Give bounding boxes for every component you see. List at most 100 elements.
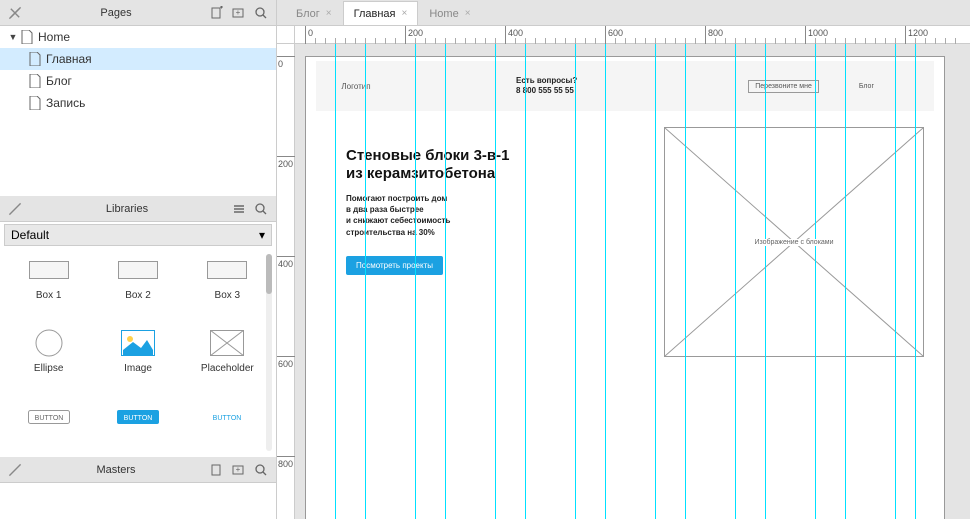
guide-line[interactable]	[915, 44, 916, 519]
add-master-icon[interactable]	[208, 461, 226, 479]
lib-item-box3[interactable]: Box 3	[185, 254, 270, 319]
pages-panel-header: Pages +	[0, 0, 276, 26]
hero-title: Стеновые блоки 3-в-1из керамзитобетона	[346, 147, 576, 183]
callback-button[interactable]: Перезвоните мне	[748, 80, 819, 93]
lib-item-box2[interactable]: Box 2	[95, 254, 180, 319]
collapse-icon[interactable]	[6, 461, 24, 479]
libraries-panel-header: Libraries	[0, 196, 276, 222]
lib-item-image[interactable]: Image	[95, 327, 180, 392]
tree-item[interactable]: Запись	[0, 92, 276, 114]
caret-icon[interactable]: ▼	[6, 32, 20, 42]
hero-cta-button[interactable]: Посмотреть проекты	[346, 256, 443, 275]
guide-line[interactable]	[895, 44, 896, 519]
libraries-body: Default ▾ Box 1 Box 2 Box 3 Ellipse Imag…	[0, 222, 276, 457]
ruler-tick: 200	[405, 26, 406, 44]
ruler-corner	[277, 26, 295, 44]
nav-link-blog[interactable]: Блог	[859, 83, 874, 90]
tree-root-label: Home	[38, 30, 70, 44]
tree-item-label: Главная	[46, 52, 92, 66]
add-folder-icon[interactable]: +	[230, 4, 248, 22]
ruler-tick: 400	[505, 26, 506, 44]
artboard[interactable]: Логотип Есть вопросы? 8 800 555 55 55 Пе…	[305, 56, 945, 519]
ruler-tick: 0	[305, 26, 306, 44]
close-icon[interactable]: ×	[402, 8, 408, 19]
guide-line[interactable]	[495, 44, 496, 519]
lib-item-ellipse[interactable]: Ellipse	[6, 327, 91, 392]
svg-text:+: +	[236, 465, 241, 474]
masters-panel-title: Masters	[24, 464, 208, 476]
ruler-tick: 200	[277, 156, 295, 157]
tree-item[interactable]: Главная	[0, 48, 276, 70]
library-select[interactable]: Default ▾	[4, 224, 272, 246]
tab-blog[interactable]: Блог×	[285, 1, 343, 25]
page-icon	[20, 30, 34, 44]
lib-item-button-link[interactable]: BUTTON	[185, 401, 270, 451]
page-icon	[28, 74, 42, 88]
menu-icon[interactable]	[230, 200, 248, 218]
pages-panel-title: Pages	[24, 7, 208, 19]
pages-tree: ▼ Home Главная Блог Запись	[0, 26, 276, 196]
guide-line[interactable]	[365, 44, 366, 519]
masters-panel-header: Masters +	[0, 457, 276, 483]
search-icon[interactable]	[252, 200, 270, 218]
guide-line[interactable]	[415, 44, 416, 519]
guide-line[interactable]	[735, 44, 736, 519]
guide-line[interactable]	[575, 44, 576, 519]
lib-item-button-primary[interactable]: BUTTON	[95, 401, 180, 451]
svg-text:BUTTON: BUTTON	[124, 415, 153, 422]
sidebar: Pages + ▼ Home Главная Блог	[0, 0, 277, 519]
page-tabs: Блог× Главная× Home×	[277, 0, 970, 26]
guide-line[interactable]	[445, 44, 446, 519]
guide-line[interactable]	[685, 44, 686, 519]
hero-section: Стеновые блоки 3-в-1из керамзитобетона П…	[346, 147, 576, 275]
artboard-header: Логотип Есть вопросы? 8 800 555 55 55 Пе…	[316, 61, 934, 111]
guide-line[interactable]	[765, 44, 766, 519]
guide-line[interactable]	[335, 44, 336, 519]
guide-line[interactable]	[815, 44, 816, 519]
ruler-tick: 1200	[905, 26, 906, 44]
lib-item-box1[interactable]: Box 1	[6, 254, 91, 319]
guide-line[interactable]	[605, 44, 606, 519]
ruler-tick: 400	[277, 256, 295, 257]
guide-line[interactable]	[655, 44, 656, 519]
chevron-down-icon: ▾	[259, 228, 265, 242]
masters-body	[0, 483, 276, 519]
logo-placeholder: Логотип	[316, 82, 396, 91]
close-icon[interactable]: ×	[465, 8, 471, 19]
tree-root[interactable]: ▼ Home	[0, 26, 276, 48]
libraries-panel-title: Libraries	[24, 203, 230, 215]
ruler-tick: 800	[277, 456, 295, 457]
hero-subtitle: Помогают построить дом в два раза быстре…	[346, 193, 576, 238]
collapse-icon[interactable]	[6, 200, 24, 218]
collapse-icon[interactable]	[6, 4, 24, 22]
tree-item-label: Запись	[46, 96, 85, 110]
ruler-tick: 1000	[805, 26, 806, 44]
svg-text:+: +	[236, 8, 241, 17]
search-icon[interactable]	[252, 461, 270, 479]
ruler-tick: 600	[605, 26, 606, 44]
lib-item-button[interactable]: BUTTON	[6, 401, 91, 451]
ruler-tick: 800	[705, 26, 706, 44]
workspace: Блог× Главная× Home× 0200400600800100012…	[277, 0, 970, 519]
lib-item-placeholder[interactable]: Placeholder	[185, 327, 270, 392]
search-icon[interactable]	[252, 4, 270, 22]
tab-main[interactable]: Главная×	[343, 1, 419, 25]
guide-line[interactable]	[525, 44, 526, 519]
add-page-icon[interactable]	[208, 4, 226, 22]
tree-item-label: Блог	[46, 74, 72, 88]
svg-text:BUTTON: BUTTON	[213, 415, 242, 422]
close-icon[interactable]: ×	[326, 8, 332, 19]
canvas[interactable]: Логотип Есть вопросы? 8 800 555 55 55 Пе…	[295, 44, 970, 519]
hero-image-placeholder[interactable]: Изображение с блоками	[664, 127, 924, 357]
tree-item[interactable]: Блог	[0, 70, 276, 92]
add-folder-icon[interactable]: +	[230, 461, 248, 479]
guide-line[interactable]	[845, 44, 846, 519]
ruler-vertical[interactable]: 0200400600800	[277, 44, 295, 519]
page-icon	[28, 96, 42, 110]
ruler-tick: 0	[277, 56, 295, 57]
svg-text:BUTTON: BUTTON	[34, 415, 63, 422]
library-scrollbar[interactable]	[266, 254, 272, 451]
page-icon	[28, 52, 42, 66]
ruler-horizontal[interactable]: 0 200 400 600 800 1000 1200	[295, 26, 970, 44]
tab-home[interactable]: Home×	[418, 1, 481, 25]
